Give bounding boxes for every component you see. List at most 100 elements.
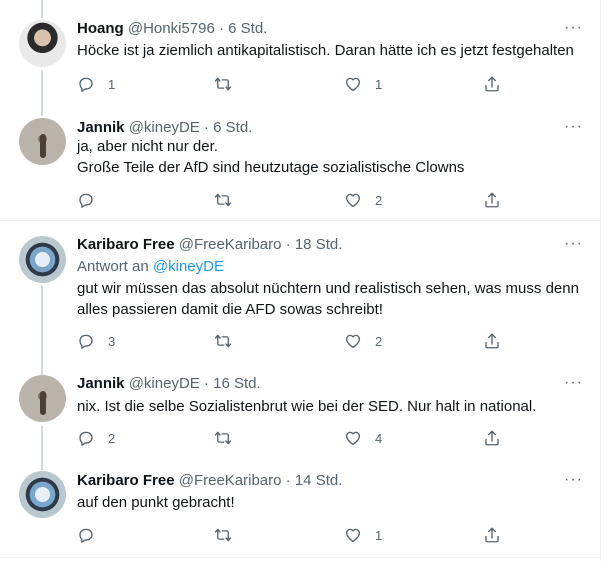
- replying-to: Antwort an @kineyDE: [77, 257, 224, 276]
- reply-button[interactable]: [77, 190, 108, 210]
- display-name[interactable]: Karibaro Free: [77, 472, 175, 489]
- tweet[interactable]: Karibaro Free @FreeKaribaro · 18 Std. ··…: [0, 221, 600, 363]
- tweet[interactable]: Karibaro Free @FreeKaribaro · 14 Std. ··…: [0, 461, 600, 557]
- retweet-icon: [214, 77, 232, 91]
- display-name[interactable]: Karibaro Free: [77, 236, 175, 253]
- separator-dot: ·: [218, 20, 224, 37]
- user-handle[interactable]: @FreeKaribaro: [179, 236, 282, 253]
- tweet-header: Karibaro Free @FreeKaribaro · 18 Std.: [77, 236, 342, 254]
- more-options-button[interactable]: ···: [564, 472, 583, 488]
- like-button[interactable]: 4: [344, 428, 382, 448]
- reply-button[interactable]: 1: [77, 74, 115, 94]
- avatar[interactable]: [19, 375, 66, 422]
- separator-dot: ·: [285, 236, 291, 253]
- like-button[interactable]: 1: [344, 74, 382, 94]
- retweet-icon: [214, 193, 232, 207]
- reply-count: 3: [108, 333, 116, 349]
- share-button[interactable]: [483, 190, 501, 210]
- tweet-header: Jannik @kineyDE · 6 Std.: [77, 119, 252, 137]
- tweet-actions: 3 2: [77, 331, 517, 351]
- reply-count: 2: [108, 430, 116, 446]
- reply-button[interactable]: [77, 525, 108, 545]
- like-icon: [345, 77, 361, 92]
- reply-button[interactable]: 3: [77, 331, 115, 351]
- retweet-button[interactable]: [214, 74, 245, 94]
- like-icon: [345, 193, 361, 208]
- retweet-button[interactable]: [214, 525, 245, 545]
- tweet[interactable]: Hoang @Honki5796 · 6 Std. ··· Höcke ist …: [0, 0, 600, 112]
- tweet-actions: 2 4: [77, 428, 517, 448]
- share-icon: [485, 192, 499, 208]
- retweet-icon: [214, 334, 232, 348]
- tweet[interactable]: Jannik @kineyDE · 6 Std. ··· ja, aber ni…: [0, 112, 600, 220]
- timestamp[interactable]: 16 Std.: [213, 375, 261, 392]
- like-count: 4: [375, 430, 383, 446]
- share-icon: [485, 333, 499, 349]
- reply-count: 1: [108, 76, 116, 92]
- user-handle[interactable]: @kineyDE: [129, 375, 200, 392]
- like-button[interactable]: 2: [344, 331, 382, 351]
- separator-dot: ·: [203, 375, 209, 392]
- user-handle[interactable]: @Honki5796: [128, 20, 215, 37]
- retweet-button[interactable]: [214, 190, 245, 210]
- tweet-header: Hoang @Honki5796 · 6 Std.: [77, 20, 267, 38]
- replying-to-link[interactable]: @kineyDE: [153, 258, 224, 275]
- share-button[interactable]: [483, 525, 501, 545]
- more-options-button[interactable]: ···: [564, 119, 583, 135]
- timestamp[interactable]: 6 Std.: [228, 20, 267, 37]
- share-icon: [485, 76, 499, 92]
- avatar[interactable]: [19, 236, 66, 283]
- tweet-text-line-2: alles passieren damit die AFD sowas schr…: [77, 301, 383, 318]
- reply-icon: [79, 193, 93, 208]
- avatar[interactable]: [19, 20, 66, 67]
- reply-icon: [79, 334, 93, 349]
- tweet-text: nix. Ist die selbe Sozialistenbrut wie b…: [77, 398, 537, 415]
- avatar[interactable]: [19, 471, 66, 518]
- display-name[interactable]: Jannik: [77, 375, 125, 392]
- user-handle[interactable]: @kineyDE: [129, 119, 200, 136]
- timestamp[interactable]: 14 Std.: [295, 472, 343, 489]
- like-count: 1: [375, 76, 383, 92]
- retweet-icon: [214, 431, 232, 445]
- tweet-actions: 1: [77, 525, 517, 545]
- tweet-text: Höcke ist ja ziemlich antikapitalistisch…: [77, 42, 574, 59]
- separator-dot: ·: [203, 119, 209, 136]
- share-button[interactable]: [483, 428, 501, 448]
- user-handle[interactable]: @FreeKaribaro: [179, 472, 282, 489]
- tweet-text: ja, aber nicht nur der.: [77, 138, 218, 155]
- share-button[interactable]: [483, 74, 501, 94]
- more-options-button[interactable]: ···: [564, 236, 583, 252]
- like-button[interactable]: 2: [344, 190, 382, 210]
- like-count: 1: [375, 527, 383, 543]
- replying-to-label: Antwort an: [77, 258, 149, 275]
- like-icon: [345, 528, 361, 543]
- avatar[interactable]: [19, 118, 66, 165]
- share-icon: [485, 430, 499, 446]
- display-name[interactable]: Jannik: [77, 119, 125, 136]
- tweet-actions: 1 1: [77, 74, 517, 94]
- more-options-button[interactable]: ···: [564, 20, 583, 36]
- reply-icon: [79, 77, 93, 92]
- like-button[interactable]: 1: [344, 525, 382, 545]
- tweet-header: Jannik @kineyDE · 16 Std.: [77, 375, 261, 393]
- divider: [0, 557, 600, 558]
- tweet[interactable]: Jannik @kineyDE · 16 Std. ··· nix. Ist d…: [0, 363, 600, 461]
- like-count: 2: [375, 333, 383, 349]
- reply-button[interactable]: 2: [77, 428, 115, 448]
- share-icon: [485, 527, 499, 543]
- timestamp[interactable]: 6 Std.: [213, 119, 252, 136]
- column-border: [600, 0, 601, 561]
- retweet-button[interactable]: [214, 428, 245, 448]
- tweet-text: auf den punkt gebracht!: [77, 494, 235, 511]
- more-options-button[interactable]: ···: [564, 375, 583, 391]
- display-name[interactable]: Hoang: [77, 20, 124, 37]
- share-button[interactable]: [483, 331, 501, 351]
- reply-icon: [79, 431, 93, 446]
- tweet-header: Karibaro Free @FreeKaribaro · 14 Std.: [77, 472, 342, 490]
- like-icon: [345, 334, 361, 349]
- reply-icon: [79, 528, 93, 543]
- tweet-actions: 2: [77, 190, 517, 210]
- retweet-button[interactable]: [214, 331, 245, 351]
- tweet-text-line-2: Große Teile der AfD sind heutzutage sozi…: [77, 159, 465, 176]
- timestamp[interactable]: 18 Std.: [295, 236, 343, 253]
